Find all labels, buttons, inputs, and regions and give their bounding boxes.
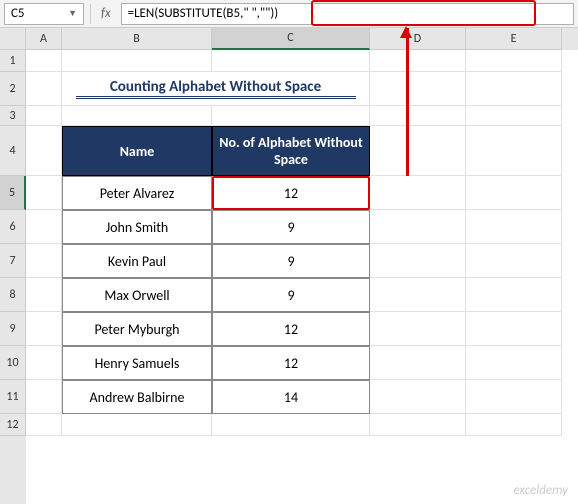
title-underline — [76, 96, 356, 99]
cell-count[interactable]: 12 — [212, 346, 370, 380]
title-text: Counting Alphabet Without Space — [110, 78, 321, 96]
cell-name[interactable]: Peter Myburgh — [62, 312, 212, 346]
chevron-down-icon[interactable]: ▼ — [68, 8, 77, 19]
grid: A B C D E Counting Alphabet Without Spac… — [26, 28, 578, 504]
cell-count[interactable]: 9 — [212, 278, 370, 312]
cell[interactable] — [466, 50, 562, 72]
cell[interactable] — [370, 346, 466, 380]
cell[interactable] — [212, 50, 370, 72]
cell[interactable] — [26, 346, 62, 380]
cell[interactable] — [370, 312, 466, 346]
cell-name[interactable]: Peter Alvarez — [62, 176, 212, 210]
separator — [90, 4, 91, 24]
cell[interactable] — [466, 244, 562, 278]
formula-bar[interactable]: =LEN(SUBSTITUTE(B5," ","")) — [121, 3, 574, 25]
cell-name[interactable]: Andrew Balbirne — [62, 380, 212, 414]
formula-text: =LEN(SUBSTITUTE(B5," ","")) — [128, 6, 279, 21]
row-header-1[interactable]: 1 — [0, 50, 26, 72]
cell[interactable] — [466, 312, 562, 346]
cell[interactable] — [26, 72, 62, 106]
annotation-arrow — [406, 28, 409, 176]
col-header-B[interactable]: B — [62, 28, 212, 50]
cell[interactable] — [62, 414, 212, 436]
col-header-C[interactable]: C — [212, 28, 370, 50]
row-header-11[interactable]: 11 — [0, 380, 26, 414]
sheet: 1 2 3 4 5 6 7 8 9 10 11 12 A B C D E — [0, 28, 578, 504]
cell[interactable] — [370, 278, 466, 312]
cell[interactable] — [370, 210, 466, 244]
row-header-3[interactable]: 3 — [0, 106, 26, 126]
row-header-5[interactable]: 5 — [0, 176, 26, 210]
cells: Counting Alphabet Without Space Name No.… — [26, 50, 578, 436]
cell[interactable] — [466, 380, 562, 414]
row-header-12[interactable]: 12 — [0, 414, 26, 436]
cell[interactable] — [26, 50, 62, 72]
cell-count[interactable]: 12 — [212, 312, 370, 346]
col-headers: A B C D E — [26, 28, 578, 50]
row-header-4[interactable]: 4 — [0, 126, 26, 176]
cell[interactable] — [466, 210, 562, 244]
row-header-7[interactable]: 7 — [0, 244, 26, 278]
cell-name[interactable]: Henry Samuels — [62, 346, 212, 380]
cell[interactable] — [26, 278, 62, 312]
cell[interactable] — [370, 50, 466, 72]
cell[interactable] — [370, 106, 466, 126]
arrow-head-icon — [400, 26, 412, 38]
cell-count[interactable]: 14 — [212, 380, 370, 414]
cell[interactable] — [466, 414, 562, 436]
cell-count[interactable]: 9 — [212, 210, 370, 244]
row-header-6[interactable]: 6 — [0, 210, 26, 244]
cell[interactable] — [26, 176, 62, 210]
cell-name[interactable]: John Smith — [62, 210, 212, 244]
col-header-D[interactable]: D — [370, 28, 466, 50]
watermark: exceldemy — [513, 483, 568, 498]
row-header-9[interactable]: 9 — [0, 312, 26, 346]
cell[interactable] — [26, 380, 62, 414]
cell[interactable] — [370, 72, 466, 106]
cell[interactable] — [26, 106, 62, 126]
fx-icon[interactable]: fx — [97, 6, 115, 21]
cell-count[interactable]: 9 — [212, 244, 370, 278]
name-box-value: C5 — [11, 6, 25, 21]
name-box[interactable]: C5 ▼ — [4, 3, 84, 25]
cell[interactable] — [466, 176, 562, 210]
row-header-2[interactable]: 2 — [0, 72, 26, 106]
cell[interactable] — [26, 210, 62, 244]
header-count[interactable]: No. of Alphabet Without Space — [212, 126, 370, 176]
cell-selected[interactable]: 12 — [212, 176, 370, 210]
cell[interactable] — [370, 126, 466, 176]
cell[interactable] — [370, 244, 466, 278]
cell[interactable] — [370, 414, 466, 436]
title-cell[interactable]: Counting Alphabet Without Space — [62, 72, 370, 106]
cell[interactable] — [26, 244, 62, 278]
cell-name[interactable]: Kevin Paul — [62, 244, 212, 278]
cell[interactable] — [466, 106, 562, 126]
row-header-8[interactable]: 8 — [0, 278, 26, 312]
col-header-E[interactable]: E — [466, 28, 562, 50]
cell[interactable] — [212, 106, 370, 126]
cell[interactable] — [370, 380, 466, 414]
cell[interactable] — [26, 312, 62, 346]
cell[interactable] — [212, 414, 370, 436]
header-name[interactable]: Name — [62, 126, 212, 176]
cell[interactable] — [26, 126, 62, 176]
cell[interactable] — [62, 106, 212, 126]
row-header-10[interactable]: 10 — [0, 346, 26, 380]
cell[interactable] — [26, 414, 62, 436]
cell[interactable] — [466, 278, 562, 312]
cell[interactable] — [370, 176, 466, 210]
cell-name[interactable]: Max Orwell — [62, 278, 212, 312]
col-header-A[interactable]: A — [26, 28, 62, 50]
select-all-corner[interactable] — [0, 28, 26, 50]
cell[interactable] — [466, 126, 562, 176]
cell[interactable] — [466, 72, 562, 106]
cell[interactable] — [466, 346, 562, 380]
toolbar: C5 ▼ fx =LEN(SUBSTITUTE(B5," ","")) — [0, 0, 578, 28]
cell[interactable] — [62, 50, 212, 72]
row-headers: 1 2 3 4 5 6 7 8 9 10 11 12 — [0, 28, 26, 504]
